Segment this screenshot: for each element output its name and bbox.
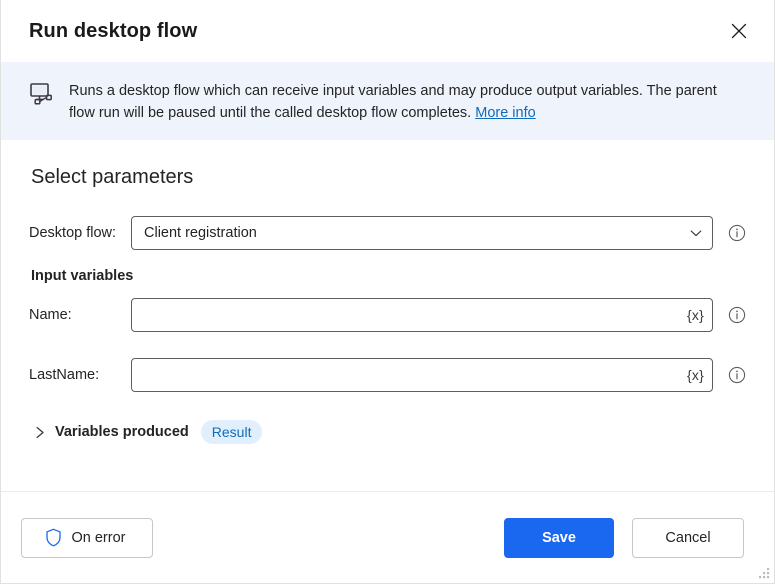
save-button[interactable]: Save: [504, 517, 614, 558]
shield-icon: [45, 528, 62, 547]
on-error-label: On error: [71, 529, 126, 546]
run-desktop-flow-dialog: Run desktop flow Runs a desktop flow whi…: [0, 0, 775, 584]
input-variable-name-label: Name:: [29, 307, 72, 323]
desktop-flow-icon: [29, 82, 55, 106]
dialog-body: Select parameters Desktop flow: Client r…: [1, 140, 774, 491]
dialog-footer: On error Save Cancel: [1, 491, 774, 583]
dialog-title: Run desktop flow: [29, 20, 198, 42]
info-banner-text: Runs a desktop flow which can receive in…: [69, 80, 744, 124]
footer-actions: Save Cancel: [504, 517, 744, 558]
insert-variable-button[interactable]: {x}: [683, 300, 712, 330]
cancel-button[interactable]: Cancel: [632, 517, 744, 558]
input-variables-title: Input variables: [31, 268, 134, 284]
desktop-flow-row: Desktop flow: Client registration: [29, 216, 747, 250]
on-error-button[interactable]: On error: [21, 517, 153, 558]
info-banner: Runs a desktop flow which can receive in…: [1, 62, 774, 140]
desktop-flow-select[interactable]: Client registration: [131, 216, 713, 250]
chevron-down-icon[interactable]: [680, 217, 712, 249]
input-variable-name-row: Name: {x}: [29, 298, 747, 332]
more-info-link[interactable]: More info: [475, 105, 535, 121]
variables-produced-expander[interactable]: Variables produced Result: [31, 420, 263, 444]
info-banner-message: Runs a desktop flow which can receive in…: [69, 83, 717, 121]
name-info-icon[interactable]: [727, 305, 747, 325]
lastname-input[interactable]: [132, 360, 684, 390]
input-variable-name-field[interactable]: {x}: [131, 298, 713, 332]
desktop-flow-info-icon[interactable]: [727, 223, 747, 243]
desktop-flow-label: Desktop flow:: [29, 225, 117, 241]
dialog-header: Run desktop flow: [1, 0, 774, 62]
insert-variable-button[interactable]: {x}: [683, 360, 712, 390]
chevron-right-icon: [31, 423, 49, 441]
input-variable-lastname-label: LastName:: [29, 367, 100, 383]
resize-grip[interactable]: [757, 566, 771, 580]
variables-produced-label: Variables produced: [55, 424, 189, 440]
lastname-info-icon[interactable]: [727, 365, 747, 385]
close-icon[interactable]: [722, 14, 756, 48]
input-variable-lastname-row: LastName: {x}: [29, 358, 747, 392]
input-variable-lastname-field[interactable]: {x}: [131, 358, 713, 392]
desktop-flow-value: Client registration: [144, 225, 257, 241]
result-variable-badge[interactable]: Result: [200, 420, 263, 444]
name-input[interactable]: [132, 300, 684, 330]
page-title: Select parameters: [31, 166, 194, 188]
